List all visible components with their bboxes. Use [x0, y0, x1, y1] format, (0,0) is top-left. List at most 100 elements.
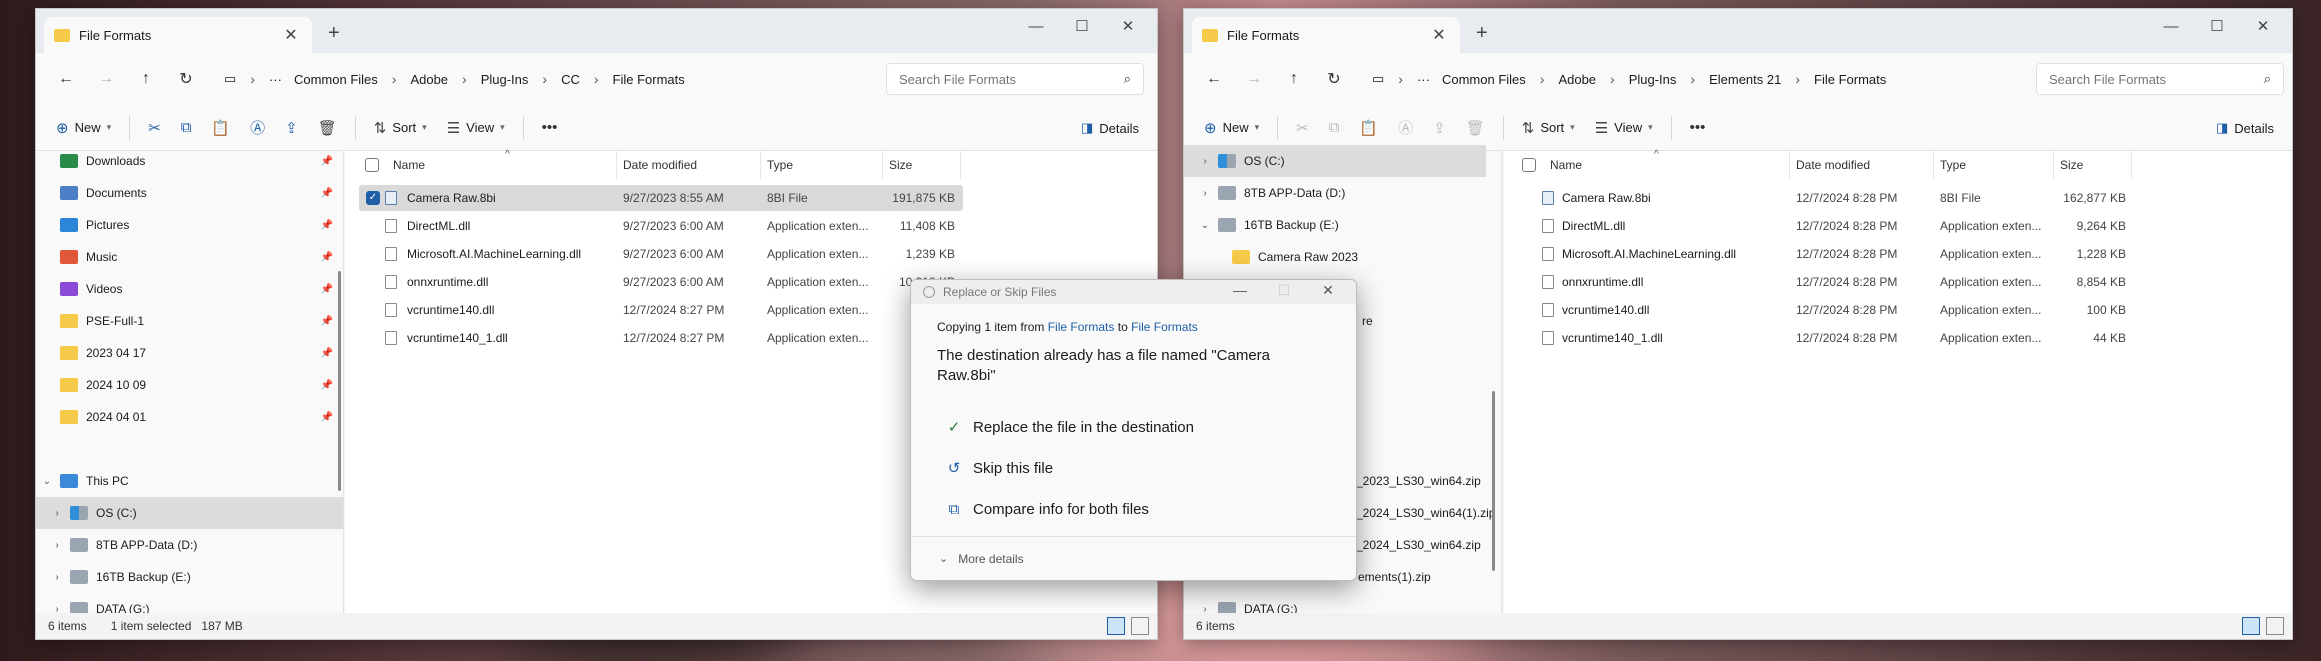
crumb-cc[interactable]: CC: [557, 72, 584, 87]
back-icon[interactable]: ←: [46, 70, 86, 88]
close-tab-icon[interactable]: ✕: [280, 25, 302, 45]
chevron-right-icon[interactable]: ›: [1198, 156, 1212, 167]
row-checkbox[interactable]: ✓: [366, 191, 380, 205]
view-button[interactable]: ☰ View ▾: [439, 113, 513, 143]
tab-file-formats[interactable]: File Formats ✕: [44, 17, 312, 53]
rename-button[interactable]: Ⓐ: [242, 113, 273, 143]
crumb-adobe[interactable]: Adobe: [406, 72, 452, 87]
chevron-down-icon[interactable]: ⌄: [1198, 220, 1212, 231]
refresh-icon[interactable]: ↻: [166, 69, 206, 89]
skip-file-option[interactable]: ↺ Skip this file: [941, 454, 1057, 482]
details-button[interactable]: ◨ Details: [1081, 113, 1139, 143]
chevron-down-icon[interactable]: ⌄: [40, 476, 54, 487]
maximize-icon[interactable]: ☐: [1059, 17, 1105, 37]
nav-item-2023-04-17[interactable]: 2023 04 17 📌: [36, 337, 343, 369]
chevron-right-icon[interactable]: ›: [1198, 188, 1212, 199]
search-input[interactable]: [2049, 71, 2264, 87]
nav-item-16tb-backup[interactable]: › 16TB Backup (E:): [36, 561, 343, 593]
table-row[interactable]: Camera Raw.8bi 12/7/2024 8:28 PM 8BI Fil…: [1504, 184, 2292, 212]
col-name[interactable]: Name: [1544, 151, 1790, 179]
new-tab-button[interactable]: +: [1476, 23, 1488, 43]
col-size[interactable]: Size: [883, 151, 961, 179]
ellipsis-icon[interactable]: ···: [265, 72, 286, 87]
search-icon[interactable]: ⌕: [2264, 71, 2271, 87]
table-row[interactable]: Microsoft.AI.MachineLearning.dll 9/27/20…: [345, 240, 1157, 268]
new-button[interactable]: ⊕ New ▾: [48, 113, 119, 143]
close-dialog-icon[interactable]: ✕: [1306, 282, 1350, 299]
crumb-file-formats[interactable]: File Formats: [1810, 72, 1890, 87]
nav-item-8tb-app-data[interactable]: › 8TB APP-Data (D:): [36, 529, 343, 561]
more-details-button[interactable]: ⌄ More details: [939, 552, 1024, 566]
col-size[interactable]: Size: [2054, 151, 2132, 179]
col-date[interactable]: Date modified: [617, 151, 761, 179]
view-button[interactable]: ☰ View ▾: [1587, 113, 1661, 143]
details-view-icon[interactable]: [1107, 617, 1125, 635]
close-window-icon[interactable]: ✕: [1105, 17, 1151, 37]
delete-button[interactable]: 🗑: [1458, 113, 1493, 143]
nav-item-2024-04-01[interactable]: 2024 04 01 📌: [36, 401, 343, 433]
crumb-file-formats[interactable]: File Formats: [609, 72, 689, 87]
nav-item-16tb-backup[interactable]: ⌄ 16TB Backup (E:): [1184, 209, 1501, 241]
paste-button[interactable]: 📋: [1351, 113, 1386, 143]
table-row[interactable]: DirectML.dll 12/7/2024 8:28 PM Applicati…: [1504, 212, 2292, 240]
maximize-icon[interactable]: ☐: [2194, 17, 2240, 37]
crumb-common-files[interactable]: Common Files: [290, 72, 382, 87]
nav-item-os-c[interactable]: › OS (C:): [1184, 145, 1486, 177]
table-row[interactable]: Microsoft.AI.MachineLearning.dll 12/7/20…: [1504, 240, 2292, 268]
select-all-checkbox[interactable]: [365, 158, 379, 172]
replace-file-option[interactable]: ✓ Replace the file in the destination: [941, 413, 1198, 441]
minimize-icon[interactable]: —: [2148, 17, 2194, 37]
new-button[interactable]: ⊕ New ▾: [1196, 113, 1267, 143]
share-button[interactable]: ⇪: [1425, 113, 1454, 143]
minimize-icon[interactable]: —: [1013, 17, 1059, 37]
copy-button[interactable]: ⧉: [173, 113, 200, 143]
copy-button[interactable]: ⧉: [1321, 113, 1348, 143]
crumb-adobe[interactable]: Adobe: [1554, 72, 1600, 87]
table-row[interactable]: ✓ Camera Raw.8bi 9/27/2023 8:55 AM 8BI F…: [345, 184, 1157, 212]
table-row[interactable]: vcruntime140.dll 12/7/2024 8:28 PM Appli…: [1504, 296, 2292, 324]
chevron-right-icon[interactable]: ›: [50, 572, 64, 583]
refresh-icon[interactable]: ↻: [1314, 69, 1354, 89]
forward-icon[interactable]: →: [86, 70, 126, 88]
crumb-plug-ins[interactable]: Plug-Ins: [477, 72, 533, 87]
col-name[interactable]: Name: [387, 151, 617, 179]
search-icon[interactable]: ⌕: [1124, 71, 1131, 87]
more-options-button[interactable]: •••: [1682, 113, 1714, 143]
rename-button[interactable]: Ⓐ: [1390, 113, 1421, 143]
up-icon[interactable]: ↑: [126, 70, 166, 88]
breadcrumb[interactable]: ▭ › ··· Common Files › Adobe › Plug-Ins …: [1360, 63, 1898, 95]
crumb-common-files[interactable]: Common Files: [1438, 72, 1530, 87]
tab-file-formats[interactable]: File Formats ✕: [1192, 17, 1460, 53]
table-row[interactable]: vcruntime140_1.dll 12/7/2024 8:28 PM App…: [1504, 324, 2292, 352]
new-tab-button[interactable]: +: [328, 23, 340, 43]
up-icon[interactable]: ↑: [1274, 70, 1314, 88]
scrollbar[interactable]: [1492, 391, 1495, 571]
col-type[interactable]: Type: [1934, 151, 2054, 179]
nav-item-8tb-app-data[interactable]: › 8TB APP-Data (D:): [1184, 177, 1501, 209]
monitor-icon[interactable]: ▭: [1368, 71, 1388, 87]
nav-item-documents[interactable]: Documents 📌: [36, 177, 343, 209]
search-input[interactable]: [899, 71, 1124, 87]
select-all-checkbox[interactable]: [1522, 158, 1536, 172]
share-button[interactable]: ⇪: [277, 113, 306, 143]
details-view-icon[interactable]: [2242, 617, 2260, 635]
close-window-icon[interactable]: ✕: [2240, 17, 2286, 37]
col-date[interactable]: Date modified: [1790, 151, 1934, 179]
details-button[interactable]: ◨ Details: [2216, 113, 2274, 143]
nav-item-os-c[interactable]: › OS (C:): [36, 497, 343, 529]
tiles-view-icon[interactable]: [2266, 617, 2284, 635]
table-row[interactable]: DirectML.dll 9/27/2023 6:00 AM Applicati…: [345, 212, 1157, 240]
nav-item-pictures[interactable]: Pictures 📌: [36, 209, 343, 241]
chevron-right-icon[interactable]: ›: [50, 540, 64, 551]
compare-files-option[interactable]: ⧉ Compare info for both files: [941, 495, 1153, 523]
forward-icon[interactable]: →: [1234, 70, 1274, 88]
nav-item-this-pc[interactable]: ⌄ This PC: [36, 465, 343, 497]
close-tab-icon[interactable]: ✕: [1428, 25, 1450, 45]
cut-button[interactable]: ✂: [140, 113, 169, 143]
more-options-button[interactable]: •••: [534, 113, 566, 143]
table-row[interactable]: onnxruntime.dll 12/7/2024 8:28 PM Applic…: [1504, 268, 2292, 296]
nav-item-music[interactable]: Music 📌: [36, 241, 343, 273]
source-folder-link[interactable]: File Formats: [1048, 320, 1115, 334]
back-icon[interactable]: ←: [1194, 70, 1234, 88]
ellipsis-icon[interactable]: ···: [1413, 72, 1434, 87]
